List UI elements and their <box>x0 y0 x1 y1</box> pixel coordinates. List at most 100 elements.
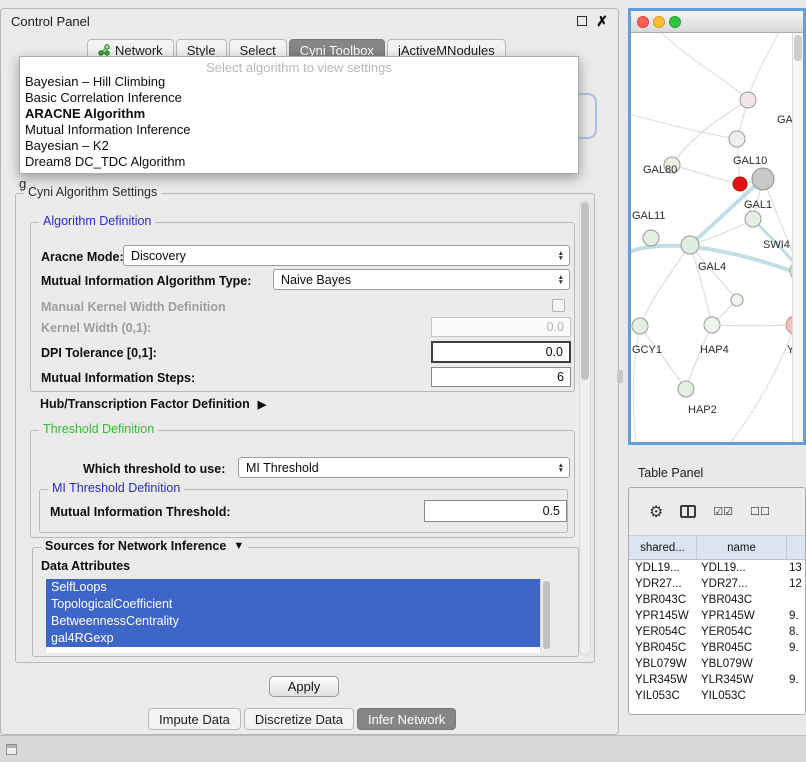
panel-dock-icon[interactable] <box>6 744 17 755</box>
network-node-red[interactable] <box>733 177 747 191</box>
network-node[interactable] <box>729 131 745 147</box>
cell: 9. <box>787 608 805 624</box>
threshold-definition-group: Threshold Definition Which threshold to … <box>30 430 575 538</box>
algorithm-definition-group: Algorithm Definition Aracne Mode: Discov… <box>30 222 575 392</box>
network-node[interactable] <box>632 318 648 334</box>
network-canvas[interactable]: GAL... GAL80 GAL10 GAL1 GAL11 SWI4 GAL4 … <box>631 33 803 442</box>
panel-divider-handle[interactable] <box>617 370 623 383</box>
scrollbar-thumb[interactable] <box>581 202 589 380</box>
zoom-traffic-light[interactable] <box>669 16 681 28</box>
table-row[interactable]: YER054C YER054C 8. <box>629 624 805 640</box>
tab-impute-data[interactable]: Impute Data <box>148 708 241 730</box>
table-row[interactable]: YBL079W YBL079W <box>629 656 805 672</box>
table-row[interactable]: YBR043C YBR043C <box>629 592 805 608</box>
apply-button[interactable]: Apply <box>269 676 339 697</box>
dropdown-item[interactable]: Bayesian – K2 <box>20 138 578 154</box>
dropdown-item[interactable]: Basic Correlation Inference <box>20 90 578 106</box>
network-node[interactable] <box>731 294 743 306</box>
field-value: 0.0 <box>546 345 563 359</box>
cell: 9. <box>787 672 805 688</box>
float-window-icon[interactable] <box>577 16 587 26</box>
dropdown-item[interactable]: Bayesian – Hill Climbing <box>20 74 578 90</box>
cell: YPR145W <box>629 608 697 624</box>
which-threshold-label: Which threshold to use: <box>83 462 225 476</box>
list-item[interactable]: gal4RGexp <box>46 630 551 647</box>
which-threshold-select[interactable]: MI Threshold ▲▼ <box>238 457 570 478</box>
manual-kernel-checkbox[interactable] <box>552 299 565 312</box>
kernel-width-field[interactable]: 0.0 <box>431 317 571 337</box>
mi-steps-field[interactable]: 6 <box>431 367 571 387</box>
cell <box>787 656 805 672</box>
scrollbar-thumb[interactable] <box>794 35 802 61</box>
table-row[interactable]: YBR045C YBR045C 9. <box>629 640 805 656</box>
network-scrollbar[interactable] <box>792 33 803 442</box>
selected-value: MI Threshold <box>246 461 319 475</box>
close-traffic-light[interactable] <box>637 16 649 28</box>
deselect-all-icon[interactable]: ☐☐ <box>750 505 770 518</box>
table-row[interactable]: YIL053C YIL053C <box>629 688 805 704</box>
tab-infer-network[interactable]: Infer Network <box>357 708 456 730</box>
dropdown-item[interactable]: Mutual Information Inference <box>20 122 578 138</box>
settings-scrollbar[interactable] <box>579 200 591 655</box>
select-all-icon[interactable]: ☑☑ <box>713 505 733 518</box>
kernel-width-label: Kernel Width (0,1): <box>41 321 151 335</box>
node-label: GAL10 <box>733 155 767 167</box>
network-node[interactable] <box>740 92 756 108</box>
column-selector-icon[interactable] <box>680 505 696 518</box>
dpi-tolerance-field[interactable]: 0.0 <box>431 341 571 363</box>
mi-threshold-field[interactable]: 0.5 <box>424 500 567 522</box>
table-row[interactable]: YDR27... YDR27... 12 <box>629 576 805 592</box>
network-node[interactable] <box>704 317 720 333</box>
control-panel-titlebar[interactable]: Control Panel ✗ <box>1 9 618 33</box>
list-item[interactable]: TopologicalCoefficient <box>46 596 551 613</box>
table-row[interactable]: YDL19... YDL19... 13 <box>629 560 805 576</box>
cell: YBL079W <box>697 656 787 672</box>
cell: YDR27... <box>629 576 697 592</box>
sources-section-toggle[interactable]: Sources for Network Inference ▼ <box>41 539 248 553</box>
section-label: Sources for Network Inference <box>45 539 226 553</box>
table-row[interactable]: YPR145W YPR145W 9. <box>629 608 805 624</box>
network-node[interactable] <box>745 211 761 227</box>
hub-factor-section-toggle[interactable]: Hub/Transcription Factor Definition ▶ <box>40 397 266 411</box>
cell: YBR045C <box>697 640 787 656</box>
network-node[interactable] <box>643 230 659 246</box>
network-node[interactable] <box>678 381 694 397</box>
column-header-name[interactable]: name <box>697 536 787 559</box>
network-graph[interactable]: GAL... GAL80 GAL10 GAL1 GAL11 SWI4 GAL4 … <box>631 33 803 442</box>
cell: 8. <box>787 624 805 640</box>
column-header-partial[interactable] <box>787 536 805 559</box>
cell: YBR043C <box>697 592 787 608</box>
cell: YDR27... <box>697 576 787 592</box>
list-scrollbar[interactable] <box>540 579 551 653</box>
dpi-tolerance-label: DPI Tolerance [0,1]: <box>41 346 157 360</box>
network-window-titlebar[interactable] <box>631 11 803 33</box>
desktop: Control Panel ✗ Network Style Select Cyn <box>0 0 806 762</box>
field-value: 0.0 <box>547 320 564 334</box>
gear-icon[interactable]: ⚙ <box>649 502 663 522</box>
network-node[interactable] <box>681 236 699 254</box>
dropdown-item[interactable]: Dream8 DC_TDC Algorithm <box>20 154 578 170</box>
group-title: Threshold Definition <box>39 422 158 436</box>
tab-discretize-data[interactable]: Discretize Data <box>244 708 354 730</box>
expand-arrow-icon: ▼ <box>233 540 244 552</box>
tab-label: Discretize Data <box>255 712 343 727</box>
cell <box>787 688 805 704</box>
dropdown-item-selected[interactable]: ARACNE Algorithm <box>20 106 578 122</box>
aracne-mode-select[interactable]: Discovery ▲▼ <box>123 245 570 266</box>
close-icon[interactable]: ✗ <box>596 14 608 28</box>
mi-type-select[interactable]: Naive Bayes ▲▼ <box>273 269 570 290</box>
network-node[interactable] <box>752 168 774 190</box>
column-header-shared-name[interactable]: shared... <box>629 536 697 559</box>
list-item[interactable]: BetweennessCentrality <box>46 613 551 630</box>
cell: 12 <box>787 576 805 592</box>
obscured-text-fragment: g <box>19 176 26 191</box>
minimize-traffic-light[interactable] <box>653 16 665 28</box>
bottom-tabbar: Impute Data Discretize Data Infer Networ… <box>148 708 456 730</box>
table-body: YDL19... YDL19... 13 YDR27... YDR27... 1… <box>629 560 805 704</box>
scrollbar-thumb[interactable] <box>543 581 550 649</box>
group-title: MI Threshold Definition <box>48 481 184 495</box>
cell: YER054C <box>629 624 697 640</box>
table-row[interactable]: YLR345W YLR345W 9. <box>629 672 805 688</box>
table-panel-window: ⚙ ☑☑ ☐☐ shared... name YDL19... YDL19...… <box>628 487 806 715</box>
list-item[interactable]: SelfLoops <box>46 579 551 596</box>
